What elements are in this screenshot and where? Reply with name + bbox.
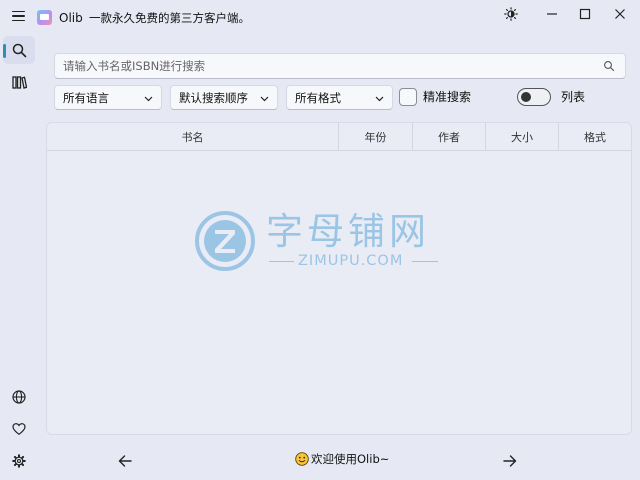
chevron-down-icon [375, 96, 384, 102]
list-view-toggle[interactable] [517, 88, 551, 106]
prev-page-button[interactable] [113, 450, 137, 472]
chevron-down-icon [260, 96, 269, 102]
app-title: Olib [59, 11, 83, 25]
results-table: 书名 年份 作者 大小 格式 [46, 122, 632, 435]
chevron-down-icon [144, 96, 153, 102]
format-dropdown-value: 所有格式 [295, 90, 341, 105]
language-dropdown[interactable]: 所有语言 [54, 85, 162, 110]
library-icon [11, 75, 27, 89]
nav-item-library[interactable] [3, 68, 35, 96]
search-input[interactable] [63, 54, 593, 78]
welcome-message: 欢迎使用Olib~ [295, 451, 389, 467]
table-header: 书名 年份 作者 大小 格式 [47, 123, 631, 151]
minimize-button[interactable] [537, 2, 567, 26]
maximize-icon [579, 8, 591, 20]
theme-icon [504, 7, 518, 21]
column-header-format[interactable]: 格式 [559, 123, 631, 151]
nav-item-favorites[interactable] [3, 415, 35, 443]
app-subtitle: 一款永久免费的第三方客户端。 [89, 11, 250, 25]
watermark-text-en: ZIMUPU.COM [298, 253, 404, 269]
minimize-icon [547, 13, 557, 15]
search-icon [12, 43, 26, 57]
welcome-text: 欢迎使用Olib~ [311, 452, 390, 466]
exact-search-checkbox[interactable] [399, 88, 417, 106]
language-dropdown-value: 所有语言 [63, 90, 109, 105]
search-box [54, 53, 626, 79]
maximize-button[interactable] [570, 2, 600, 26]
column-header-title[interactable]: 书名 [47, 123, 339, 151]
next-page-button[interactable] [498, 450, 522, 472]
format-dropdown[interactable]: 所有格式 [286, 85, 393, 110]
column-header-author[interactable]: 作者 [413, 123, 486, 151]
nav-item-settings[interactable] [3, 447, 35, 475]
sort-dropdown-value: 默认搜索顺序 [179, 90, 248, 105]
smiley-icon [295, 452, 309, 466]
menu-icon[interactable] [8, 6, 28, 26]
theme-toggle-button[interactable] [496, 2, 526, 26]
arrow-left-icon [118, 455, 132, 467]
arrow-right-icon [503, 455, 517, 467]
watermark: 字母铺网 ZIMUPU.COM [194, 208, 444, 274]
watermark-logo [195, 211, 255, 271]
search-submit-icon[interactable] [603, 60, 615, 72]
watermark-line-right [412, 261, 438, 262]
exact-search-label: 精准搜索 [423, 90, 472, 104]
sort-dropdown[interactable]: 默认搜索顺序 [170, 85, 278, 110]
nav-item-search[interactable] [3, 36, 35, 64]
heart-icon [12, 423, 26, 436]
column-header-year[interactable]: 年份 [339, 123, 413, 151]
close-icon [615, 9, 625, 19]
app-logo [37, 10, 52, 25]
nav-item-globe[interactable] [3, 383, 35, 411]
list-view-label: 列表 [561, 90, 586, 104]
gear-icon [12, 454, 26, 468]
watermark-text-zh: 字母铺网 [266, 210, 430, 253]
column-header-size[interactable]: 大小 [486, 123, 559, 151]
title-bar: Olib 一款永久免费的第三方客户端。 [0, 0, 640, 30]
close-button[interactable] [605, 2, 635, 26]
watermark-line-left [269, 261, 294, 262]
globe-icon [12, 390, 26, 404]
